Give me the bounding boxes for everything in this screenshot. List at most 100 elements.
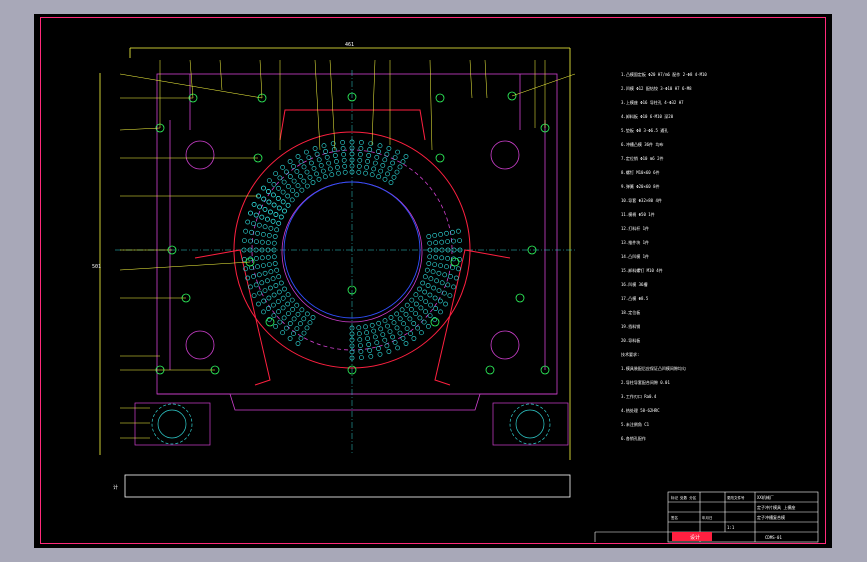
slot-hole [432, 295, 438, 301]
tb-part-sub: 定子冲片模具 上模座 [757, 504, 795, 510]
slot-hole [400, 335, 406, 341]
slot-hole [444, 264, 449, 270]
slot-hole [312, 146, 318, 151]
slot-hole [287, 321, 293, 326]
slot-hole [253, 247, 259, 253]
left-dimension: 501 [92, 73, 101, 455]
slot-hole [378, 326, 384, 332]
slot-hole [297, 173, 303, 179]
slot-hole [294, 302, 300, 308]
slot-hole [327, 166, 333, 172]
slot-hole [332, 153, 338, 158]
slot-hole [445, 282, 451, 288]
slot-hole [436, 270, 442, 276]
slot-hole [256, 272, 262, 278]
slot-hole [303, 149, 309, 155]
spec-line: 17.凸模 Φ8.5 [621, 295, 649, 301]
slot-hole [264, 216, 270, 222]
slot-hole [266, 232, 272, 238]
slot-hole [390, 334, 395, 340]
slot-hole [304, 311, 310, 317]
slot-hole [287, 336, 293, 341]
slot-hole [451, 238, 456, 244]
top-dimension: 461 [129, 42, 571, 460]
slot-hole [358, 145, 364, 151]
spec-line: 2.导柱导套配合间隙 0.01 [621, 379, 670, 385]
slot-hole [322, 174, 328, 180]
slot-hole [273, 212, 279, 217]
slot-hole [394, 169, 400, 175]
slot-hole [285, 202, 291, 208]
spec-line: 11.模柄 Φ50 1件 [621, 211, 655, 217]
slot-hole [403, 154, 409, 159]
slot-hole [278, 214, 284, 220]
slot-hole [276, 185, 281, 191]
slot-hole [399, 307, 405, 313]
slot-hole [385, 323, 390, 329]
slot-hole [404, 326, 410, 331]
slot-hole [316, 157, 322, 163]
slot-hole [418, 330, 424, 336]
spec-line: 5.未注倒角 C1 [621, 421, 650, 427]
slot-hole [358, 355, 364, 360]
slot-hole [314, 151, 320, 157]
slot-hole [368, 353, 374, 359]
slot-hole [374, 340, 380, 346]
slot-hole [387, 329, 393, 334]
spec-line: 20.导料板 [621, 337, 640, 343]
slot-hole [295, 183, 301, 189]
slot-hole [255, 230, 260, 236]
slot-hole [278, 280, 284, 286]
slot-hole [376, 320, 382, 326]
slot-hole [439, 239, 445, 245]
slot-hole [397, 316, 403, 322]
slot-hole [256, 222, 262, 228]
slot-hole [438, 309, 443, 315]
slot-hole [267, 209, 273, 215]
slot-hole [287, 159, 293, 164]
bolt-hole [265, 317, 275, 327]
spec-line: 12.打料杆 1件 [621, 225, 649, 231]
slot-hole [377, 143, 383, 149]
slot-hole [386, 146, 392, 151]
spec-line: 10.导套 Φ32×80 4件 [621, 197, 662, 203]
slot-hole [413, 292, 419, 298]
slot-hole [404, 302, 410, 308]
spec-line: 18.定位板 [621, 309, 640, 315]
slot-hole [273, 283, 279, 288]
slot-hole [265, 240, 271, 246]
slot-hole [422, 274, 428, 280]
slot-hole [382, 337, 388, 343]
slot-hole [436, 288, 442, 293]
leader-line [314, 59, 321, 151]
slot-hole [271, 292, 277, 298]
spec-line: 3.上模座 Φ16 导柱孔 4-Φ32 H7 [621, 99, 684, 105]
slot-hole [294, 168, 300, 174]
slot-hole [260, 231, 266, 237]
slot-hole [301, 330, 307, 336]
slot-hole [439, 280, 445, 286]
slot-hole [455, 228, 461, 234]
slot-hole [386, 349, 392, 354]
slot-hole [366, 153, 372, 158]
leader-line [329, 59, 336, 151]
slot-hole [341, 157, 347, 163]
slot-hole [290, 188, 295, 193]
slot-hole [357, 343, 363, 348]
slot-hole [365, 158, 370, 164]
slot-hole [271, 313, 277, 318]
slot-hole [382, 176, 388, 182]
spec-line: 13.推件块 1件 [621, 239, 649, 245]
slot-hole [248, 284, 253, 290]
slot-hole [427, 254, 433, 260]
slot-hole [275, 195, 281, 201]
slot-hole [400, 159, 406, 165]
slot-hole [268, 225, 274, 231]
slot-hole [342, 163, 348, 169]
slot-hole [380, 162, 386, 168]
slot-hole [403, 311, 409, 317]
slot-hole [331, 147, 337, 152]
slot-hole [265, 254, 271, 260]
slot-hole [421, 319, 427, 325]
slot-hole [326, 160, 332, 166]
